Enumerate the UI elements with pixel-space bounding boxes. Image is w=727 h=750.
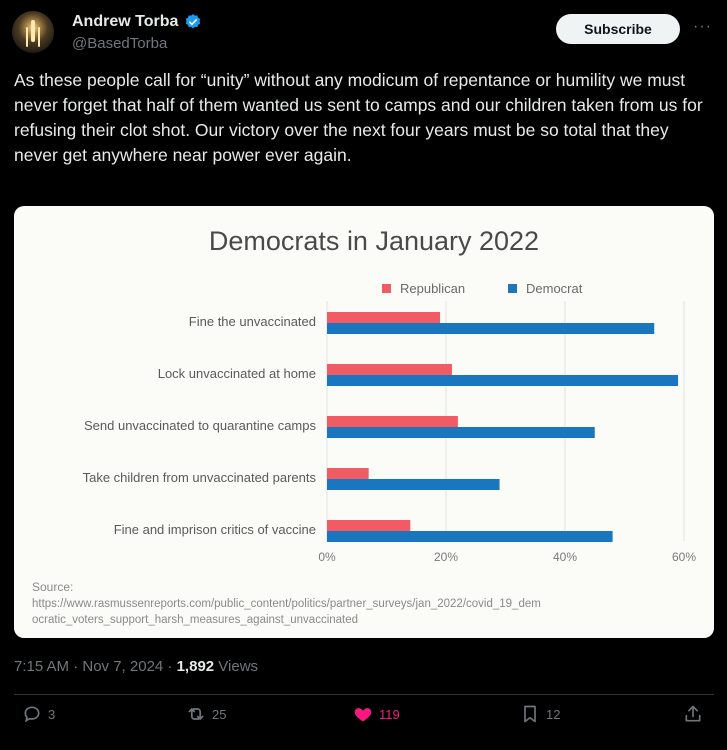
divider — [14, 694, 714, 695]
bar-democrat — [327, 427, 595, 438]
reply-count: 3 — [48, 706, 56, 722]
bar-republican — [327, 364, 452, 375]
bar-democrat — [327, 375, 679, 386]
tweet-metadata: 7:15 AM · Nov 7, 2024 · 1,892 Views — [14, 658, 258, 675]
tweet-text: As these people call for “unity” without… — [14, 70, 703, 165]
bar-chart: Democrats in January 2022 Republican Demo… — [32, 226, 696, 626]
subscribe-button[interactable]: Subscribe — [556, 14, 680, 44]
bar-republican — [327, 520, 411, 531]
category-labels: Fine the unvaccinated Lock unvaccinated a… — [83, 314, 317, 537]
legend-swatch — [508, 284, 517, 293]
repost-icon — [188, 708, 204, 720]
repost-count: 25 — [212, 706, 227, 722]
like-button[interactable]: 119 — [353, 704, 400, 724]
bar-democrat — [327, 479, 500, 490]
tweet-actions-bar: 3 25 119 12 — [0, 704, 727, 734]
source-label: Source: — [32, 580, 73, 594]
x-tick-labels: 0% 20% 40% 60% — [318, 550, 696, 564]
category-label: Send unvaccinated to quarantine camps — [84, 418, 316, 433]
bar-republican — [327, 416, 458, 427]
category-label: Fine the unvaccinated — [189, 314, 316, 329]
bookmark-icon — [524, 705, 536, 723]
share-button[interactable] — [683, 704, 703, 724]
category-label: Fine and imprison critics of vaccine — [114, 522, 316, 537]
source-url-line1: https://www.rasmussenreports.com/public_… — [32, 598, 541, 610]
bar-republican — [327, 312, 441, 323]
bar-democrat — [327, 531, 613, 542]
source-url-line2: ocratic_voters_support_harsh_measures_ag… — [32, 614, 358, 626]
share-icon — [685, 705, 701, 722]
heart-icon — [354, 708, 372, 722]
bar-republican — [327, 468, 369, 479]
reply-button[interactable]: 3 — [22, 704, 55, 724]
author-name-row[interactable]: Andrew Torba — [72, 13, 202, 31]
tweet-media-image[interactable]: Democrats in January 2022 Republican Demo… — [14, 206, 714, 638]
like-count: 119 — [379, 706, 400, 722]
tweet-timestamp[interactable]: 7:15 AM · Nov 7, 2024 · — [14, 658, 177, 675]
repost-button[interactable]: 25 — [186, 704, 226, 724]
more-options-icon[interactable]: ··· — [693, 18, 712, 36]
chart-legend: Republican Democrat — [382, 281, 583, 296]
chart-title: Democrats in January 2022 — [209, 226, 539, 256]
legend-label: Republican — [400, 281, 465, 296]
views-count: 1,892 — [176, 658, 215, 675]
legend-swatch — [382, 284, 391, 293]
x-tick-label: 0% — [318, 550, 336, 564]
author-display-name[interactable]: Andrew Torba — [72, 13, 178, 31]
x-tick-label: 20% — [434, 550, 458, 564]
author-handle[interactable]: @BasedTorba — [72, 35, 167, 52]
bar-democrat — [327, 323, 655, 334]
x-tick-label: 60% — [672, 550, 696, 564]
category-label: Take children from unvaccinated parents — [83, 470, 317, 485]
views-label: Views — [214, 658, 259, 675]
x-tick-label: 40% — [553, 550, 577, 564]
verified-badge-icon — [186, 14, 201, 29]
avatar[interactable] — [12, 11, 54, 53]
legend-label: Democrat — [526, 281, 583, 296]
bookmark-button[interactable]: 12 — [520, 704, 560, 724]
reply-icon — [24, 706, 40, 723]
category-label: Lock unvaccinated at home — [158, 366, 316, 381]
chart-bars — [327, 312, 679, 542]
bookmark-count: 12 — [546, 706, 561, 722]
